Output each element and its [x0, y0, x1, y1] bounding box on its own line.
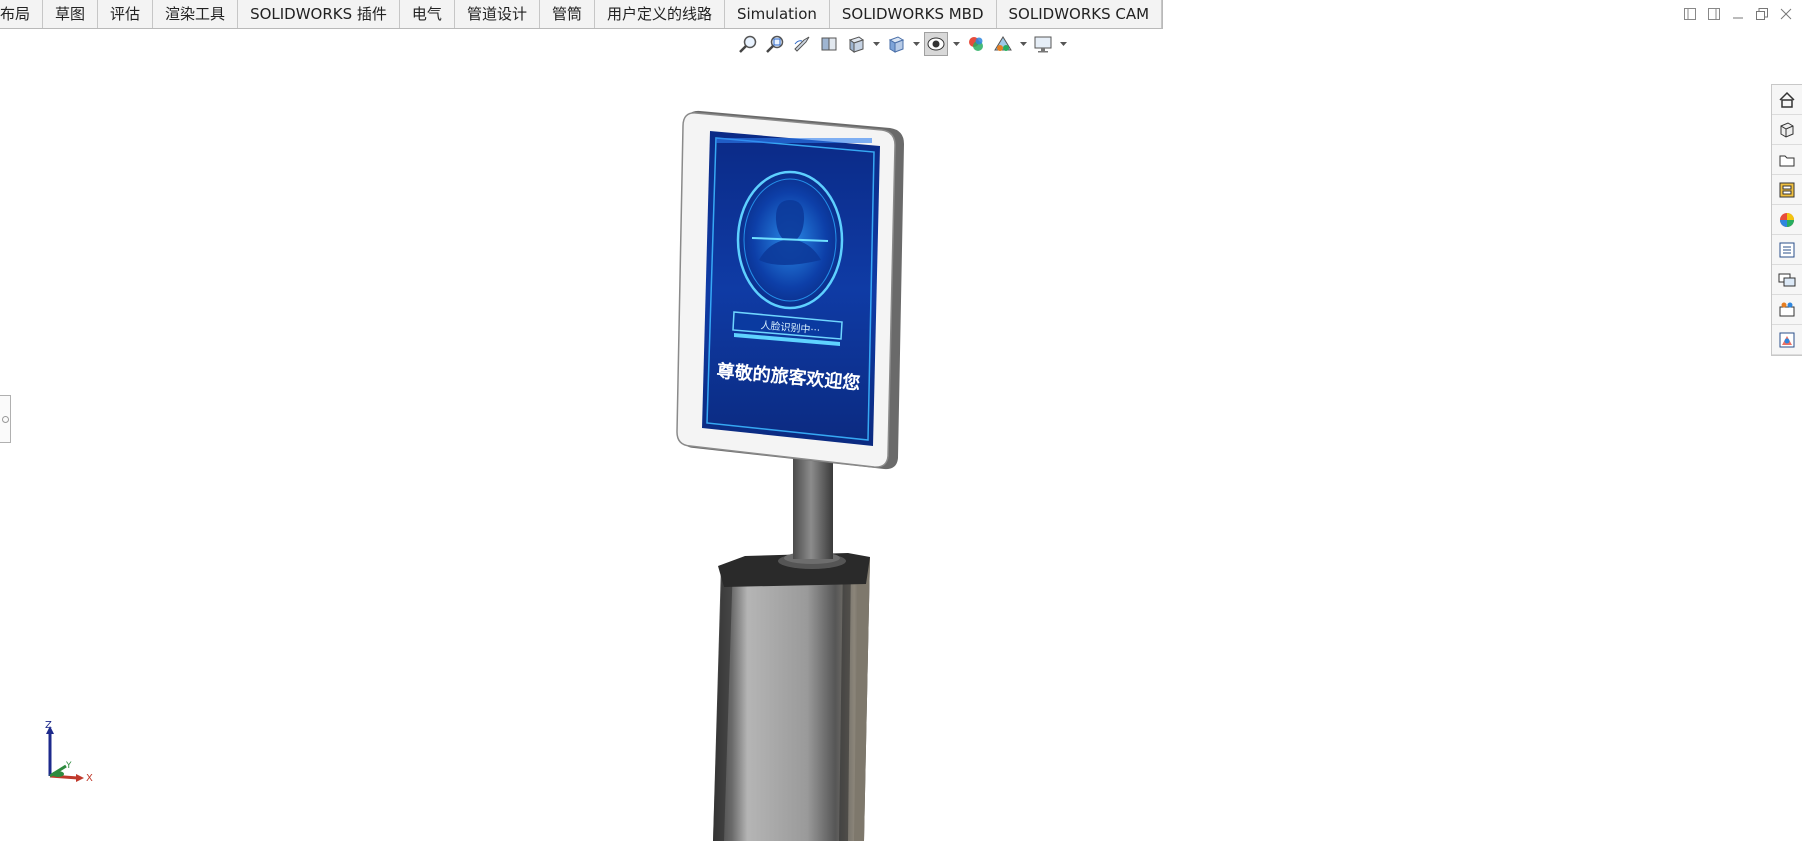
hide-show-items-icon[interactable] [964, 32, 988, 56]
chevron-down-icon[interactable] [911, 32, 921, 56]
heads-up-view-toolbar [736, 32, 1068, 56]
kiosk-column [713, 557, 870, 841]
custom-properties-icon[interactable] [1772, 235, 1802, 265]
tab-evaluate[interactable]: 评估 [98, 0, 154, 28]
tab-solidworks-mbd[interactable]: SOLIDWORKS MBD [830, 0, 997, 28]
section-view-icon[interactable] [817, 32, 841, 56]
close-icon[interactable] [1778, 6, 1794, 22]
zoom-to-fit-icon[interactable] [736, 32, 760, 56]
minimize-icon[interactable] [1730, 6, 1746, 22]
tab-user-defined-routing[interactable]: 用户定义的线路 [595, 0, 725, 28]
feature-manager-toggle[interactable] [0, 395, 11, 443]
handle-grip-icon [1, 415, 9, 423]
zoom-to-area-icon[interactable] [763, 32, 787, 56]
3d-content-icon[interactable] [1772, 115, 1802, 145]
tile-right-icon[interactable] [1706, 6, 1722, 22]
previous-view-icon[interactable] [790, 32, 814, 56]
triad-x-label: X [86, 773, 93, 784]
tile-left-icon[interactable] [1682, 6, 1698, 22]
display-style-icon[interactable] [924, 32, 948, 56]
tab-solidworks-addins[interactable]: SOLIDWORKS 插件 [238, 0, 400, 28]
tab-solidworks-cam[interactable]: SOLIDWORKS CAM [997, 0, 1163, 28]
triad-z-label: Z [45, 720, 52, 731]
command-manager-tabs: 布局 草图 评估 渲染工具 SOLIDWORKS 插件 电气 管道设计 管筒 用… [0, 0, 1164, 29]
dynamic-annotation-view-icon[interactable] [844, 32, 868, 56]
view-palette-icon[interactable] [1772, 175, 1802, 205]
tab-tubing[interactable]: 管筒 [540, 0, 595, 28]
tab-layout[interactable]: 布局 [0, 0, 44, 28]
file-explorer-icon[interactable] [1772, 145, 1802, 175]
tab-electrical[interactable]: 电气 [400, 0, 455, 28]
tab-sketch[interactable]: 草图 [43, 0, 99, 28]
chevron-down-icon[interactable] [871, 32, 881, 56]
solidworks-resources-icon[interactable] [1772, 295, 1802, 325]
design-library-icon[interactable] [1772, 325, 1802, 355]
tab-render-tools[interactable]: 渲染工具 [153, 0, 239, 28]
reference-triad: Z Y X [45, 720, 93, 784]
chevron-down-icon[interactable] [1018, 32, 1028, 56]
edit-appearance-icon[interactable] [991, 32, 1015, 56]
document-window-controls [1682, 6, 1794, 22]
appearances-icon[interactable] [1772, 205, 1802, 235]
task-pane [1771, 84, 1802, 356]
model-graphics-area[interactable]: 人脸识别中··· 尊敬的旅客欢迎您 [0, 0, 1802, 841]
restore-icon[interactable] [1754, 6, 1770, 22]
chevron-down-icon[interactable] [951, 32, 961, 56]
tab-piping[interactable]: 管道设计 [455, 0, 540, 28]
view-orientation-icon[interactable] [884, 32, 908, 56]
triad-y-label: Y [65, 761, 72, 771]
chevron-down-icon[interactable] [1058, 32, 1068, 56]
tab-simulation[interactable]: Simulation [725, 0, 830, 28]
forum-icon[interactable] [1772, 265, 1802, 295]
kiosk-display [676, 110, 904, 470]
view-settings-icon[interactable] [1031, 32, 1055, 56]
home-icon[interactable] [1772, 85, 1802, 115]
kiosk-pole [793, 456, 833, 559]
